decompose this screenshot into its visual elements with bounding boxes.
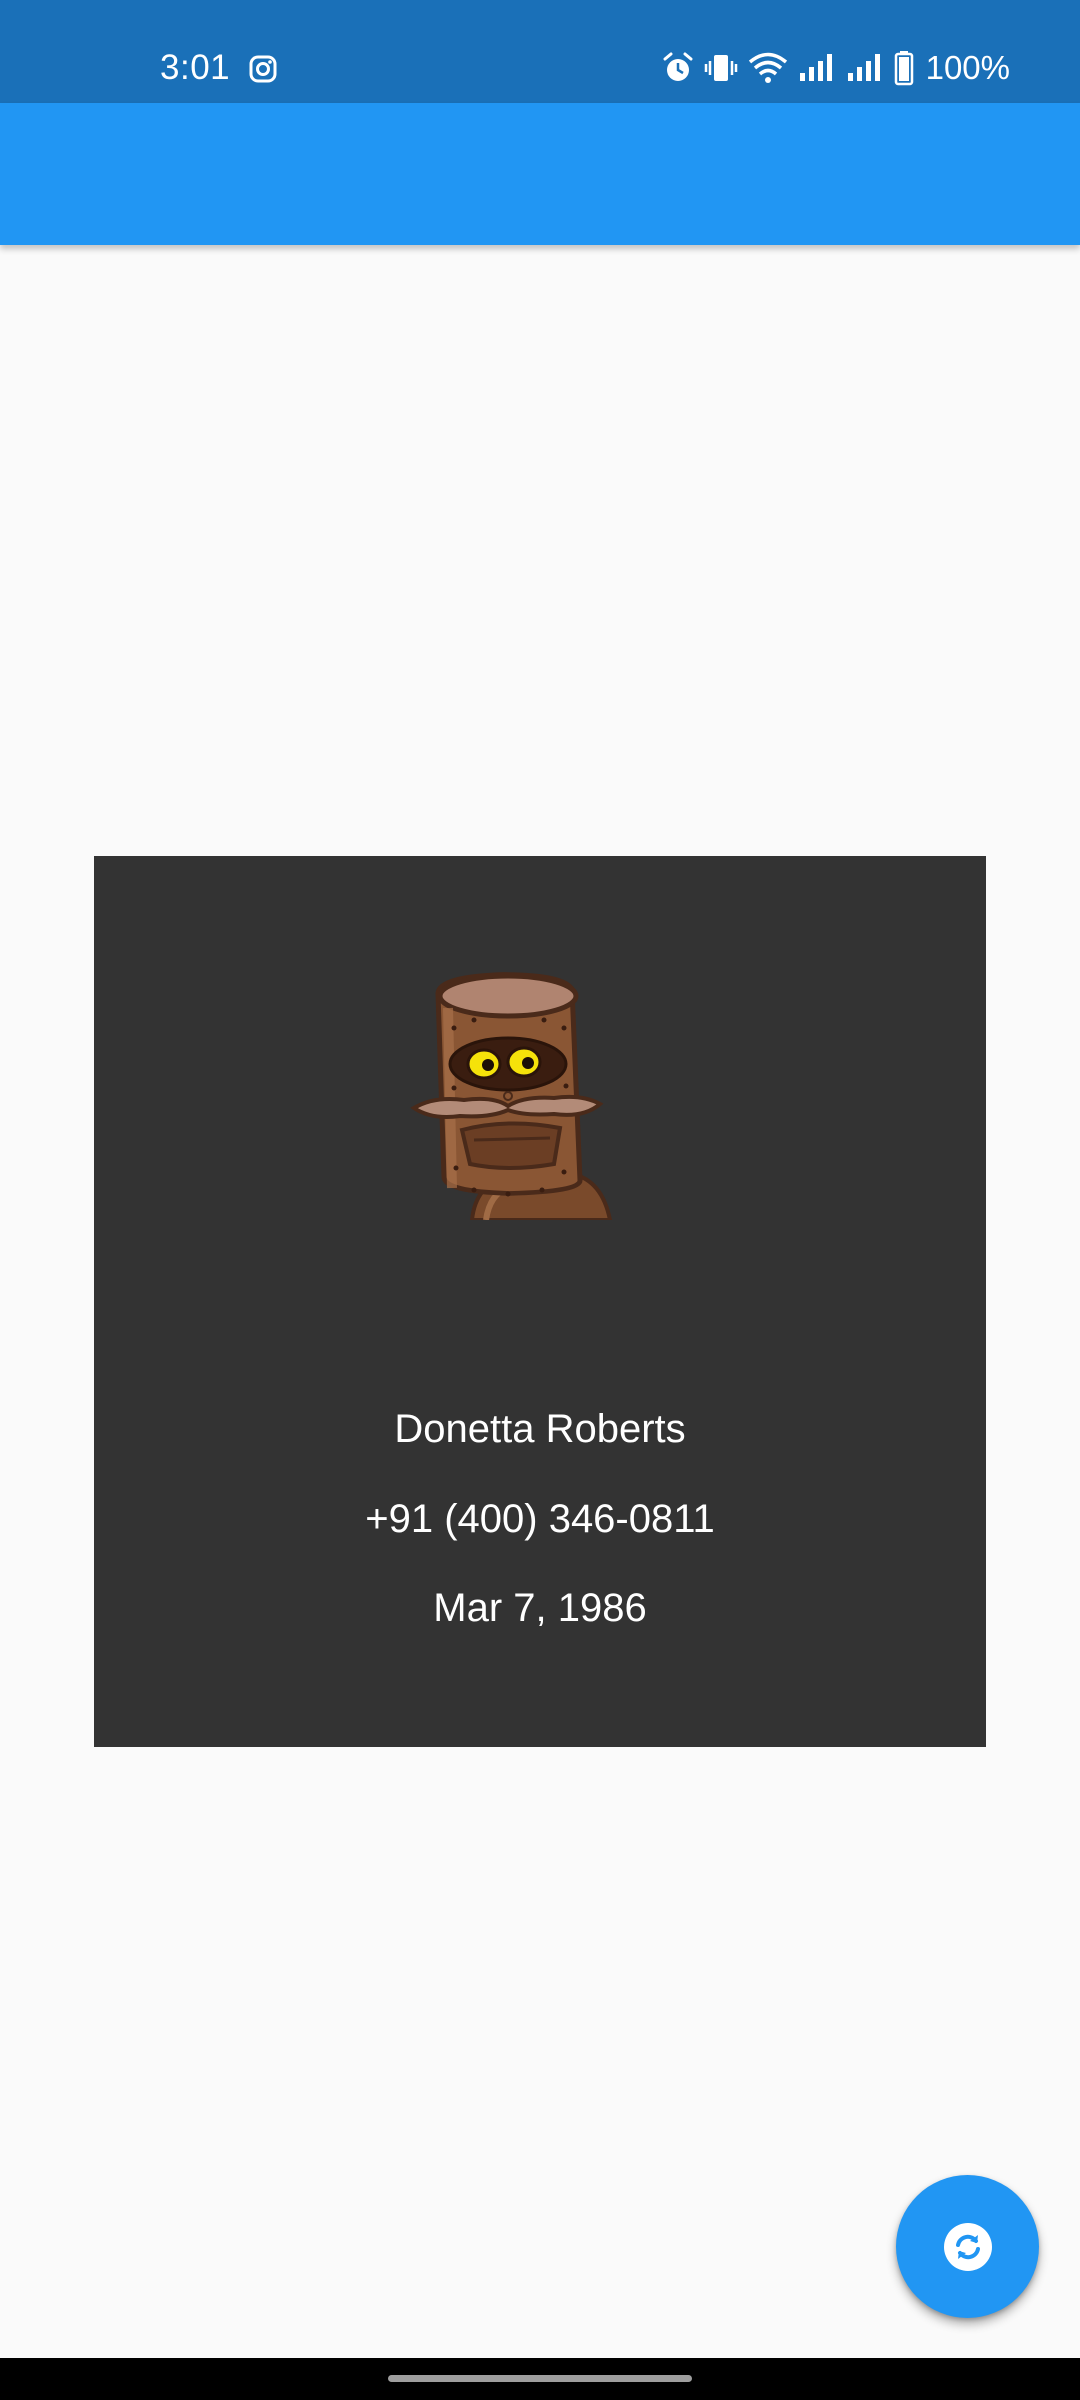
status-bar: 3:01 100% — [0, 0, 1080, 103]
refresh-button[interactable] — [896, 2175, 1039, 2318]
status-time: 3:01 — [160, 48, 231, 87]
battery-percentage: 100% — [925, 49, 1010, 86]
instagram-icon — [249, 55, 277, 83]
robot-avatar-icon — [410, 972, 613, 1220]
profile-phone: +91 (400) 346-0811 — [365, 1497, 715, 1541]
vibrate-icon — [704, 55, 737, 81]
alarm-icon — [663, 52, 693, 81]
home-gesture-handle[interactable] — [388, 2375, 692, 2382]
navigation-bar — [0, 2358, 1080, 2400]
signal-icon — [847, 54, 880, 81]
refresh-icon — [943, 2222, 992, 2271]
profile-card: Donetta Roberts +91 (400) 346-0811 Mar 7… — [94, 856, 986, 1747]
app-bar — [0, 103, 1080, 245]
signal-icon — [799, 54, 832, 81]
profile-name: Donetta Roberts — [394, 1407, 686, 1451]
profile-birthdate: Mar 7, 1986 — [433, 1586, 647, 1630]
status-icons: 100% — [662, 46, 1010, 90]
battery-icon — [894, 51, 913, 86]
screen: 3:01 100% Donetta Roberts +91 (400) 346-… — [0, 0, 1080, 2400]
wifi-icon — [748, 52, 787, 83]
